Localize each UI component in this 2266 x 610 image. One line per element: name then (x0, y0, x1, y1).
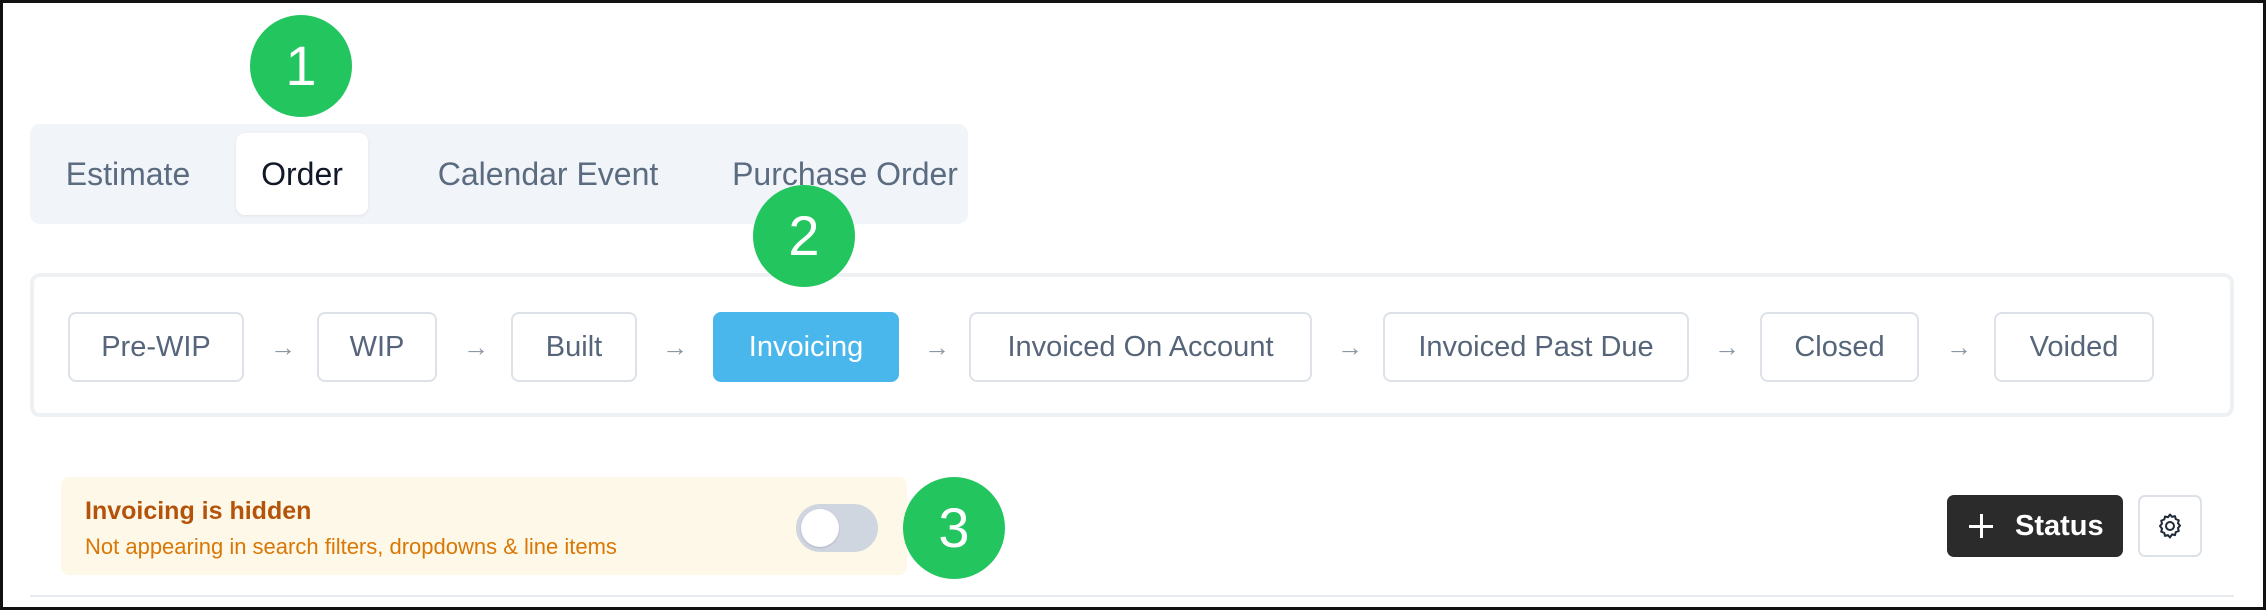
arrow-right-icon: → (1337, 332, 1363, 362)
status-built[interactable]: Built (511, 312, 637, 382)
tab-purchase-order[interactable]: Purchase Order (700, 133, 990, 215)
gear-icon (2159, 513, 2181, 539)
status-invoicing[interactable]: Invoicing (713, 312, 899, 382)
add-status-button[interactable]: Status (1947, 495, 2123, 557)
status-pre-wip[interactable]: Pre-WIP (68, 312, 244, 382)
callout-marker-2: 2 (753, 185, 855, 287)
arrow-right-icon: → (1714, 332, 1740, 362)
visibility-toggle[interactable] (796, 504, 878, 552)
status-workflow: Pre-WIP → WIP → Built → Invoicing → Invo… (30, 273, 2234, 417)
status-closed[interactable]: Closed (1760, 312, 1919, 382)
tab-estimate[interactable]: Estimate (44, 133, 212, 215)
callout-marker-3: 3 (903, 477, 1005, 579)
arrow-right-icon: → (1946, 332, 1972, 362)
status-invoiced-past-due[interactable]: Invoiced Past Due (1383, 312, 1689, 382)
status-voided[interactable]: Voided (1994, 312, 2154, 382)
hidden-status-notice: Invoicing is hidden Not appearing in sea… (61, 477, 907, 575)
arrow-right-icon: → (463, 332, 489, 362)
callout-marker-1: 1 (250, 15, 352, 117)
notice-subtitle: Not appearing in search filters, dropdow… (85, 534, 617, 559)
notice-title: Invoicing is hidden (85, 497, 312, 525)
tab-order[interactable]: Order (236, 133, 368, 215)
status-invoiced-on-account[interactable]: Invoiced On Account (969, 312, 1312, 382)
toggle-knob (801, 509, 839, 547)
plus-icon (1969, 514, 1993, 538)
section-divider (30, 595, 2234, 597)
arrow-right-icon: → (662, 332, 688, 362)
add-status-label: Status (2015, 510, 2104, 542)
tab-calendar-event[interactable]: Calendar Event (398, 133, 698, 215)
status-wip[interactable]: WIP (317, 312, 437, 382)
settings-button[interactable] (2138, 495, 2202, 557)
arrow-right-icon: → (270, 332, 296, 362)
app-frame: Estimate Order Calendar Event Purchase O… (0, 0, 2266, 610)
arrow-right-icon: → (924, 332, 950, 362)
